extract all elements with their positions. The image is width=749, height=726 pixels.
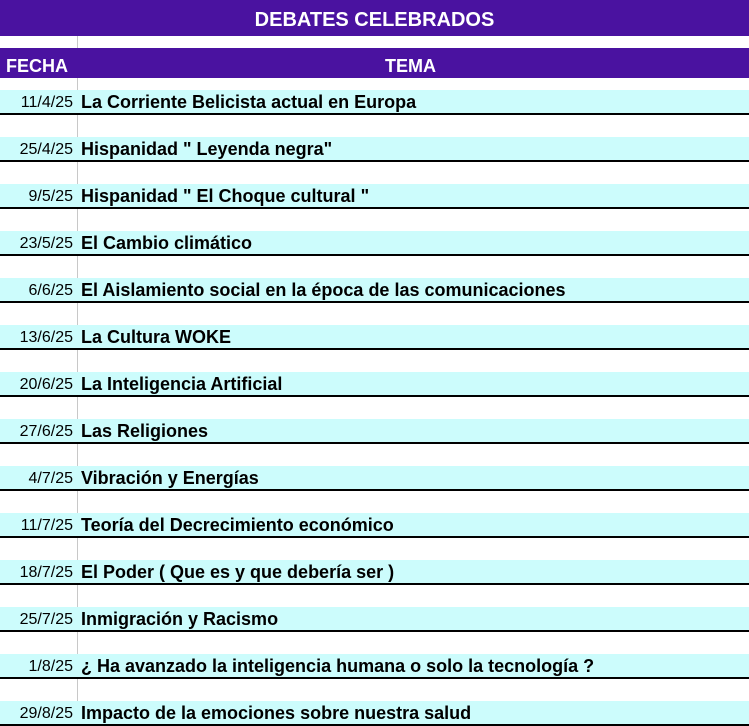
- table-row[interactable]: 25/7/25 Inmigración y Racismo: [0, 607, 749, 632]
- table-row[interactable]: 6/6/25 El Aislamiento social en la época …: [0, 278, 749, 303]
- table-row[interactable]: 4/7/25 Vibración y Energías: [0, 466, 749, 491]
- header-row: FECHA TEMA: [0, 48, 749, 78]
- header-fecha: FECHA: [6, 56, 68, 76]
- table-row[interactable]: 11/7/25 Teoría del Decrecimiento económic…: [0, 513, 749, 538]
- row-date: 18/7/25: [19, 564, 73, 581]
- sheet-title: DEBATES CELEBRADOS: [0, 0, 749, 36]
- row-date: 4/7/25: [28, 470, 73, 487]
- row-topic: El Aislamiento social en la época de las…: [81, 280, 566, 300]
- row-topic: Impacto de la emociones sobre nuestra sa…: [81, 703, 472, 723]
- table-row[interactable]: 18/7/25 El Poder ( Que es y que debería s…: [0, 560, 749, 585]
- table-row[interactable]: 29/8/25 Impacto de la emociones sobre nue…: [0, 701, 749, 726]
- spacer-row: [0, 36, 749, 48]
- table-row[interactable]: 1/8/25 ¿ Ha avanzado la inteligencia huma…: [0, 654, 749, 679]
- row-date: 25/7/25: [19, 611, 73, 628]
- table-row[interactable]: 20/6/25 La Inteligencia Artificial: [0, 372, 749, 397]
- row-date: 25/4/25: [19, 141, 73, 158]
- row-date: 6/6/25: [28, 282, 73, 299]
- header-tema: TEMA: [385, 56, 436, 76]
- row-date: 1/8/25: [28, 658, 73, 675]
- row-date: 20/6/25: [19, 376, 73, 393]
- table-row[interactable]: 25/4/25 Hispanidad " Leyenda negra": [0, 137, 749, 162]
- row-topic: Teoría del Decrecimiento económico: [81, 515, 394, 535]
- row-date: 9/5/25: [28, 188, 73, 205]
- row-date: 27/6/25: [19, 423, 73, 440]
- table-row[interactable]: 13/6/25 La Cultura WOKE: [0, 325, 749, 350]
- row-date: 11/7/25: [20, 517, 73, 534]
- row-topic: Hispanidad " El Choque cultural ": [81, 186, 370, 206]
- row-topic: El Poder ( Que es y que debería ser ): [81, 562, 395, 582]
- row-topic: La Cultura WOKE: [81, 327, 232, 347]
- row-topic: La Corriente Belicista actual en Europa: [81, 92, 417, 112]
- row-date: 29/8/25: [19, 705, 73, 722]
- row-topic: Vibración y Energías: [81, 468, 259, 488]
- row-topic: Las Religiones: [81, 421, 209, 441]
- row-topic: ¿ Ha avanzado la inteligencia humana o s…: [81, 656, 595, 676]
- row-topic: Inmigración y Racismo: [81, 609, 279, 629]
- row-topic: La Inteligencia Artificial: [81, 374, 283, 394]
- table-row[interactable]: 11/4/25 La Corriente Belicista actual en …: [0, 90, 749, 115]
- row-date: 23/5/25: [19, 235, 73, 252]
- table-row[interactable]: 23/5/25 El Cambio climático: [0, 231, 749, 256]
- table-row[interactable]: 27/6/25 Las Religiones: [0, 419, 749, 444]
- row-date: 11/4/25: [20, 94, 73, 111]
- row-date: 13/6/25: [19, 329, 73, 346]
- row-topic: El Cambio climático: [81, 233, 253, 253]
- table-row[interactable]: 9/5/25 Hispanidad " El Choque cultural ": [0, 184, 749, 209]
- row-topic: Hispanidad " Leyenda negra": [81, 139, 333, 159]
